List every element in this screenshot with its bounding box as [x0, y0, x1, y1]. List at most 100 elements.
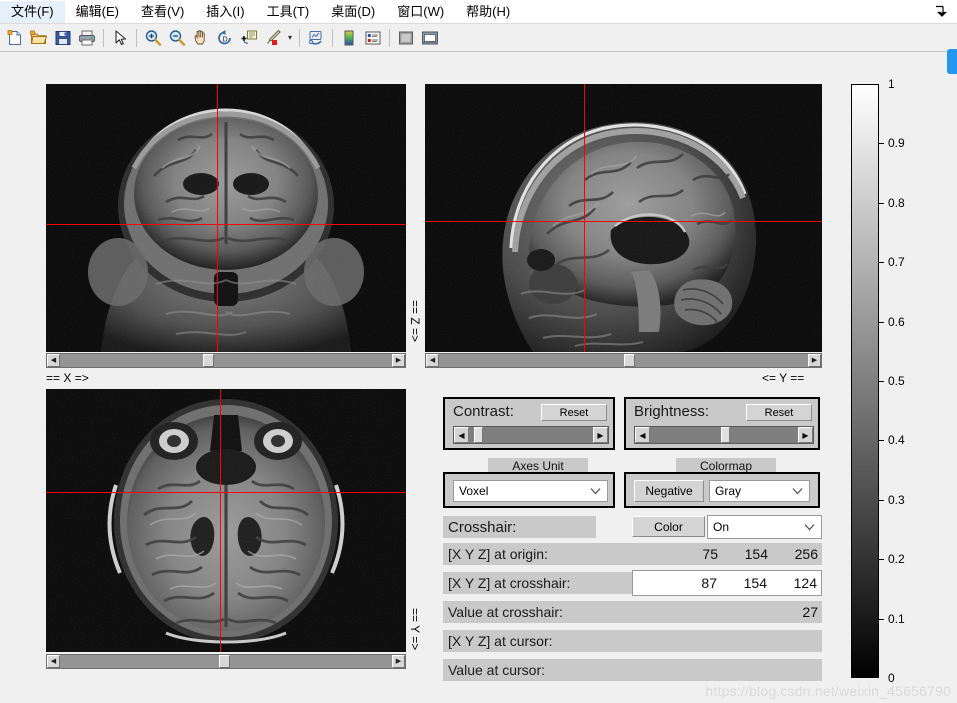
overflow-arrow-icon[interactable]: [933, 4, 947, 18]
menu-item-desktop[interactable]: 桌面(D): [320, 1, 386, 23]
brightness-slider-track[interactable]: [650, 427, 798, 443]
axial-horizontal-scrollbar[interactable]: ◀ ▶: [46, 654, 406, 669]
rotate-3d-icon[interactable]: D: [213, 26, 237, 50]
value-at-crosshair-value-2: 27: [802, 604, 818, 620]
colorbar-tick-label: 0.1: [888, 611, 905, 626]
xyz-at-cursor-value: [632, 630, 822, 652]
menu-item-insert[interactable]: 插入(I): [195, 1, 255, 23]
print-figure-icon[interactable]: [75, 26, 99, 50]
menu-item-window[interactable]: 窗口(W): [386, 1, 455, 23]
colorbar-gradient: [851, 84, 879, 678]
axial-view[interactable]: [46, 389, 406, 652]
chevron-down-icon[interactable]: [590, 488, 601, 495]
legend-icon[interactable]: [361, 26, 385, 50]
link-plot-icon[interactable]: [304, 26, 328, 50]
brush-icon[interactable]: [261, 26, 285, 50]
coronal-view[interactable]: [46, 84, 406, 352]
scroll-track[interactable]: [60, 655, 392, 668]
colormap-select[interactable]: Gray: [709, 480, 810, 502]
value-at-crosshair-value: 27: [632, 601, 822, 623]
menu-item-file[interactable]: 文件(F): [0, 0, 65, 23]
axial-image: [46, 389, 406, 652]
brightness-label: Brightness:: [634, 403, 710, 420]
brightness-slider-right-arrow-icon[interactable]: ▶: [798, 427, 813, 443]
scroll-right-arrow-icon[interactable]: ▶: [392, 354, 405, 367]
toolbar: D ▾: [0, 24, 957, 74]
menu-item-help[interactable]: 帮助(H): [455, 1, 521, 23]
sagittal-view[interactable]: [425, 84, 822, 352]
scroll-thumb[interactable]: [202, 354, 214, 367]
contrast-slider-left-arrow-icon[interactable]: ◀: [454, 427, 469, 443]
sagittal-crosshair-vertical: [584, 84, 585, 352]
colorbar-tick-label: 0.5: [888, 374, 905, 388]
zoom-in-icon[interactable]: [141, 26, 165, 50]
show-plot-tools-icon[interactable]: [418, 26, 442, 50]
contrast-slider-thumb[interactable]: [473, 427, 483, 443]
menu-item-edit[interactable]: 编辑(E): [65, 1, 130, 23]
colorbar-tick: [879, 381, 884, 382]
xyz-at-origin-value-1: 154: [744, 546, 768, 562]
crosshair-color-button[interactable]: Color: [632, 516, 705, 537]
value-at-cursor-value: [632, 659, 822, 681]
scroll-track[interactable]: [60, 354, 392, 367]
menu-item-tools[interactable]: 工具(T): [256, 1, 321, 23]
axes-unit-group: Voxel: [443, 472, 615, 508]
data-cursor-icon[interactable]: [237, 26, 261, 50]
colormap-negative-button[interactable]: Negative: [634, 480, 704, 502]
scroll-thumb[interactable]: [623, 354, 635, 367]
brightness-slider-left-arrow-icon[interactable]: ◀: [635, 427, 650, 443]
crosshair-toggle-select[interactable]: On: [707, 515, 822, 539]
coronal-z-axis-label: == Z =>: [408, 300, 422, 343]
scroll-left-arrow-icon[interactable]: ◀: [426, 354, 439, 367]
scroll-right-arrow-icon[interactable]: ▶: [392, 655, 405, 668]
coronal-horizontal-scrollbar[interactable]: ◀ ▶: [46, 353, 406, 368]
new-figure-icon[interactable]: [3, 26, 27, 50]
contrast-reset-button[interactable]: Reset: [541, 404, 607, 421]
chevron-down-icon[interactable]: [804, 524, 815, 531]
menu-bar: 文件(F) 编辑(E) 查看(V) 插入(I) 工具(T) 桌面(D) 窗口(W) 帮助(H): [0, 0, 957, 24]
toolbar-separator: [103, 28, 104, 47]
xyz-at-crosshair-value[interactable]: 87 154 124: [632, 570, 822, 596]
scroll-right-arrow-icon[interactable]: ▶: [808, 354, 821, 367]
sagittal-crosshair-horizontal: [425, 221, 822, 222]
colorbar-tick-label: 0.9: [888, 136, 905, 151]
xyz-at-origin-value-0: 75: [702, 546, 718, 562]
colorbar-tick: [879, 440, 884, 442]
coronal-x-axis-label: == X =>: [46, 371, 89, 385]
colorbar-tick: [879, 262, 884, 264]
contrast-label: Contrast:: [453, 403, 514, 420]
colorbar-tick-label: 0.6: [888, 314, 905, 329]
contrast-slider-track[interactable]: [469, 427, 593, 443]
hide-plot-tools-icon[interactable]: [394, 26, 418, 50]
chevron-down-icon[interactable]: [792, 488, 803, 495]
open-file-icon[interactable]: [27, 26, 51, 50]
value-at-cursor-label: Value at cursor:: [443, 659, 633, 681]
zoom-out-icon[interactable]: [165, 26, 189, 50]
sagittal-image: [425, 84, 822, 352]
axial-crosshair-horizontal: [46, 492, 406, 493]
axes-unit-value: Voxel: [459, 484, 489, 498]
scroll-left-arrow-icon[interactable]: ◀: [47, 354, 60, 367]
menu-item-view[interactable]: 查看(V): [130, 1, 195, 23]
contrast-slider-right-arrow-icon[interactable]: ▶: [593, 427, 608, 443]
colorbar-tick-label: 0.3: [888, 492, 905, 507]
brightness-reset-button[interactable]: Reset: [746, 404, 812, 421]
scroll-thumb[interactable]: [219, 655, 231, 668]
coronal-crosshair-horizontal: [46, 224, 406, 225]
brush-dropdown-caret-icon[interactable]: ▾: [285, 26, 295, 50]
toolbar-scroll-indicator[interactable]: [947, 49, 957, 74]
colorbar-tick-label: 0.2: [888, 552, 905, 567]
pointer-icon[interactable]: [108, 26, 132, 50]
colorbar: 1 0.9 0.8 0.7 0.6 0.5 0.4 0.3 0.2 0.1 0: [851, 77, 951, 685]
scroll-left-arrow-icon[interactable]: ◀: [47, 655, 60, 668]
pan-icon[interactable]: [189, 26, 213, 50]
scroll-track[interactable]: [439, 354, 808, 367]
contrast-slider[interactable]: ◀ ▶: [453, 426, 609, 444]
colorbar-icon[interactable]: [337, 26, 361, 50]
sagittal-horizontal-scrollbar[interactable]: ◀ ▶: [425, 353, 822, 368]
axes-unit-select[interactable]: Voxel: [453, 480, 608, 502]
save-figure-icon[interactable]: [51, 26, 75, 50]
brightness-slider-thumb[interactable]: [721, 427, 731, 443]
colorbar-tick: [879, 559, 884, 561]
brightness-slider[interactable]: ◀ ▶: [634, 426, 814, 444]
